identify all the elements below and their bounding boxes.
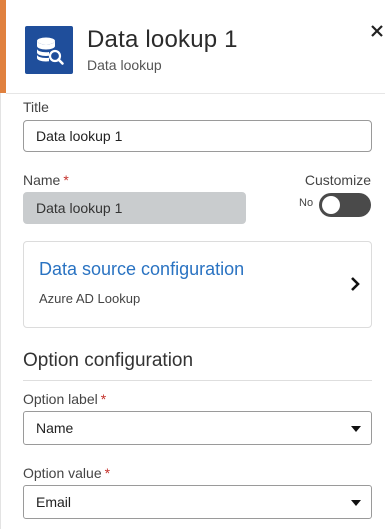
name-label-text: Name (23, 172, 61, 188)
required-marker: * (100, 391, 107, 407)
database-search-icon (25, 26, 73, 74)
panel-header: Data lookup 1 Data lookup (6, 0, 385, 94)
close-icon[interactable] (369, 22, 385, 40)
option-label-value: Name (36, 420, 74, 436)
option-value-label: Option value * (23, 465, 110, 481)
customize-label: Customize (304, 172, 371, 188)
title-input[interactable] (23, 120, 372, 152)
data-source-title: Data source configuration (39, 259, 245, 279)
option-config-heading: Option configuration (23, 350, 194, 371)
required-marker: * (104, 465, 111, 481)
name-label: Name * (23, 172, 69, 188)
data-source-card[interactable]: Data source configuration Azure AD Looku… (23, 241, 372, 328)
panel-subtitle: Data lookup (87, 57, 162, 73)
title-label: Title (23, 99, 49, 115)
option-label-text: Option label (23, 391, 98, 407)
panel-left-border (0, 93, 1, 529)
option-value-value: Email (36, 494, 72, 510)
customize-toggle-state: No (299, 197, 314, 209)
chevron-right-icon (351, 277, 360, 291)
name-input: Data lookup 1 (23, 192, 246, 224)
required-marker: * (63, 172, 69, 188)
toggle-knob (322, 196, 340, 214)
customize-toggle[interactable] (319, 193, 371, 217)
option-label-label: Option label * (23, 391, 106, 407)
caret-down-icon (351, 500, 361, 506)
divider (23, 380, 372, 381)
panel-title: Data lookup 1 (87, 26, 238, 53)
option-label-select[interactable]: Name (23, 411, 372, 445)
option-value-select[interactable]: Email (23, 485, 372, 519)
option-value-text: Option value (23, 465, 102, 481)
caret-down-icon (351, 426, 361, 432)
data-source-subtitle: Azure AD Lookup (39, 291, 141, 306)
